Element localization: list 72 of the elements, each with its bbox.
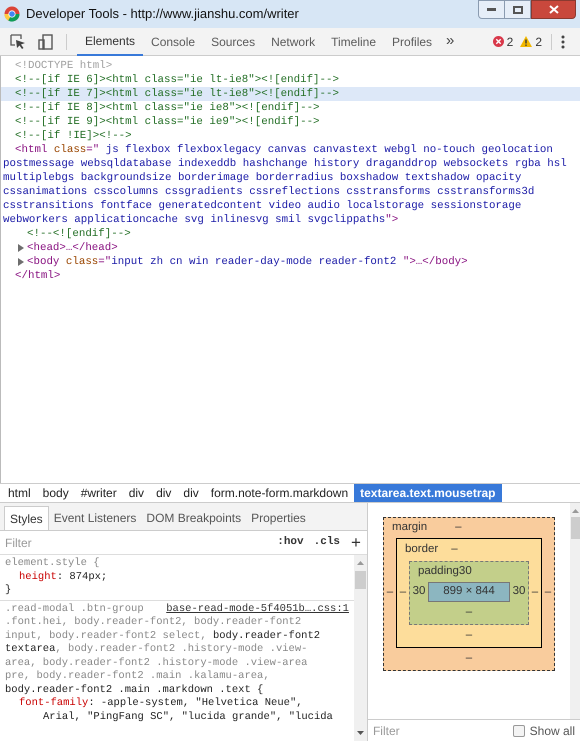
error-icon: [492, 36, 504, 47]
warning-count: 2: [535, 34, 542, 50]
css-selector: pre, body.reader-font2 .main .kalamu-area,: [5, 670, 270, 684]
border-bottom-value: –: [466, 628, 472, 644]
class-toggle[interactable]: .cls: [308, 534, 346, 551]
padding-bottom-value: –: [466, 605, 472, 620]
css-selector: body.reader-font2 .main .markdown .text {: [5, 684, 264, 697]
breadcrumb-item[interactable]: div: [177, 484, 205, 502]
padding-right-value: 30: [512, 584, 526, 600]
breadcrumb-item[interactable]: textarea.text.mousetrap: [354, 484, 502, 502]
border-top-value: –: [451, 542, 458, 558]
css-declaration: font-family: -apple-system, "Helvetica Neue",: [19, 697, 304, 710]
sidebar-tab[interactable]: DOM Breakpoints: [141, 506, 246, 530]
margin-left-value: –: [386, 585, 394, 600]
sidebar-tab[interactable]: Properties: [246, 506, 311, 530]
margin-label: margin: [392, 520, 428, 536]
css-selector: element.style {: [5, 557, 100, 570]
minimize-icon: [487, 8, 496, 11]
hover-state-toggle[interactable]: :hov: [272, 534, 309, 551]
close-button[interactable]: [531, 0, 576, 19]
margin-right-value: –: [544, 585, 552, 600]
css-selector: .font.hei, body.reader-font2, body.reader-font2: [5, 616, 302, 630]
scroll-thumb[interactable]: [570, 517, 580, 539]
breadcrumb-item[interactable]: form.note-form.markdown: [204, 484, 354, 502]
window-title: Developer Tools - http://www.jianshu.com/writer: [26, 5, 299, 24]
warning-icon: [520, 36, 532, 47]
content-box: 899 × 844: [428, 582, 510, 602]
panel-tab[interactable]: Sources: [203, 28, 264, 56]
css-selector: textarea, body.reader-font2 .history-mode .view-: [5, 643, 308, 656]
breadcrumb-item[interactable]: div: [150, 484, 178, 502]
css-selector: .read-modal .btn-group: [5, 602, 144, 616]
panel-tab[interactable]: Network: [263, 28, 324, 56]
panel-tab[interactable]: Elements: [77, 28, 144, 56]
browser-logo-icon: [4, 6, 20, 22]
scroll-down-icon[interactable]: [356, 731, 364, 735]
computed-filter-field[interactable]: Filter: [372, 722, 513, 740]
error-count: 2: [506, 34, 514, 50]
margin-bottom-value: –: [466, 651, 472, 666]
scroll-thumb[interactable]: [354, 571, 366, 589]
css-selector: input, body.reader-font2 select, body.reader-font2: [5, 630, 320, 643]
device-mode-icon[interactable]: [38, 34, 54, 50]
breadcrumb-item[interactable]: #writer: [74, 484, 123, 502]
new-rule-button[interactable]: +: [345, 534, 367, 551]
breadcrumb-item[interactable]: html: [2, 484, 37, 502]
panel-tab[interactable]: Console: [143, 28, 204, 56]
panel-tab[interactable]: Timeline: [323, 28, 384, 56]
stylesheet-link[interactable]: base-read-mode-5f4051b….css:1: [166, 602, 349, 616]
padding-label: padding: [418, 564, 459, 580]
maximize-button[interactable]: [505, 0, 531, 19]
border-right-value: –: [530, 585, 540, 600]
padding-left-value: 30: [412, 584, 426, 600]
css-brace: }: [5, 584, 12, 598]
filter-field[interactable]: Filter: [0, 534, 272, 552]
menu-icon[interactable]: [561, 34, 565, 48]
sidebar-tab[interactable]: Styles: [4, 506, 49, 530]
minimize-button[interactable]: [478, 0, 505, 19]
css-value-continuation: Arial, "PingFang SC", "lucida grande", "lucida: [42, 710, 334, 724]
css-declaration: height: 874px;: [19, 570, 108, 584]
border-label: border: [404, 542, 438, 558]
sidebar-tab[interactable]: Event Listeners: [48, 506, 142, 530]
close-icon: [548, 5, 558, 14]
margin-top-value: –: [455, 520, 462, 536]
border-left-value: –: [398, 585, 408, 600]
padding-top-value: 30: [458, 564, 472, 580]
panel-tab[interactable]: Profiles: [384, 28, 440, 56]
inspect-cursor-icon[interactable]: [10, 34, 26, 50]
breadcrumb-item[interactable]: body: [36, 484, 75, 502]
more-tabs-button[interactable]: »: [440, 30, 460, 53]
css-selector: area, body.reader-font2 .history-mode .view-area: [5, 656, 308, 670]
maximize-icon: [512, 6, 522, 14]
show-all-checkbox[interactable]: Show all: [512, 722, 575, 740]
breadcrumb-item[interactable]: div: [122, 484, 150, 502]
